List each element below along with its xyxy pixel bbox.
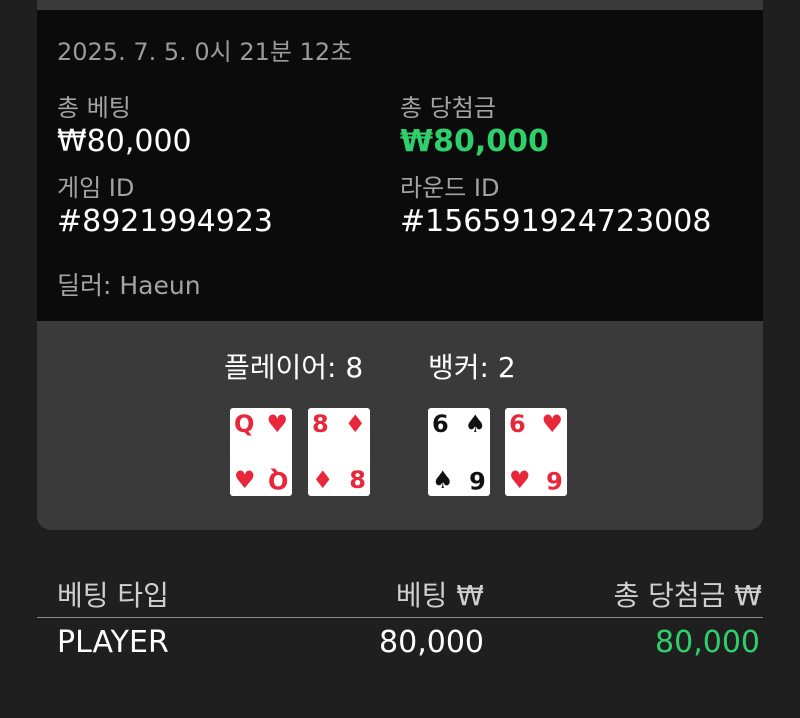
game-id-value: #8921994923 (57, 204, 274, 239)
heart-suit-icon: ♥ (509, 466, 531, 494)
win-amount-header: 총 당첨금 ₩ (613, 579, 762, 612)
card-rank: Q (267, 466, 288, 494)
player-card-2: 8 ♦ ♦ 8 (308, 408, 370, 496)
row-bet-type: PLAYER (57, 625, 169, 660)
banker-score-label: 뱅커: 2 (428, 351, 516, 384)
round-info-panel: 2025. 7. 5. 0시 21분 12초 총 베팅 ₩80,000 총 당첨… (37, 10, 763, 321)
dealer-name: 딜러: Haeun (57, 271, 201, 300)
card-rank: 6 (432, 410, 449, 438)
total-win-label: 총 당첨금 (400, 94, 496, 122)
total-win-value: ₩80,000 (400, 124, 549, 159)
player-score-label: 플레이어: 8 (224, 351, 364, 384)
bet-amount-header: 베팅 ₩ (395, 579, 484, 612)
card-rank: 6 (546, 466, 563, 494)
spade-suit-icon: ♠ (464, 410, 486, 438)
card-rank: 8 (349, 466, 366, 494)
card-rank: 6 (509, 410, 526, 438)
row-win-amount: 80,000 (655, 625, 760, 660)
spade-suit-icon: ♠ (432, 466, 454, 494)
heart-suit-icon: ♥ (266, 410, 288, 438)
game-id-label: 게임 ID (57, 174, 135, 202)
diamond-suit-icon: ♦ (312, 466, 334, 494)
total-bet-label: 총 베팅 (57, 94, 131, 122)
round-timestamp: 2025. 7. 5. 0시 21분 12초 (57, 38, 353, 66)
round-detail-card: 2025. 7. 5. 0시 21분 12초 총 베팅 ₩80,000 총 당첨… (37, 10, 763, 530)
card-rank: 6 (469, 466, 486, 494)
diamond-suit-icon: ♦ (344, 410, 366, 438)
player-card-1: Q ♥ ♥ Q (230, 408, 292, 496)
round-id-value: #156591924723008 (400, 204, 712, 239)
bet-type-header: 베팅 타입 (57, 579, 169, 612)
total-bet-value: ₩80,000 (57, 124, 192, 159)
card-rank: Q (234, 410, 255, 438)
row-bet-amount: 80,000 (379, 625, 484, 660)
round-id-label: 라운드 ID (400, 174, 500, 202)
card-rank: 8 (312, 410, 329, 438)
heart-suit-icon: ♥ (541, 410, 563, 438)
table-divider (37, 617, 763, 618)
banker-card-1: 6 ♠ ♠ 6 (428, 408, 490, 496)
heart-suit-icon: ♥ (234, 466, 256, 494)
panel-top-edge (37, 0, 763, 10)
banker-card-2: 6 ♥ ♥ 6 (505, 408, 567, 496)
